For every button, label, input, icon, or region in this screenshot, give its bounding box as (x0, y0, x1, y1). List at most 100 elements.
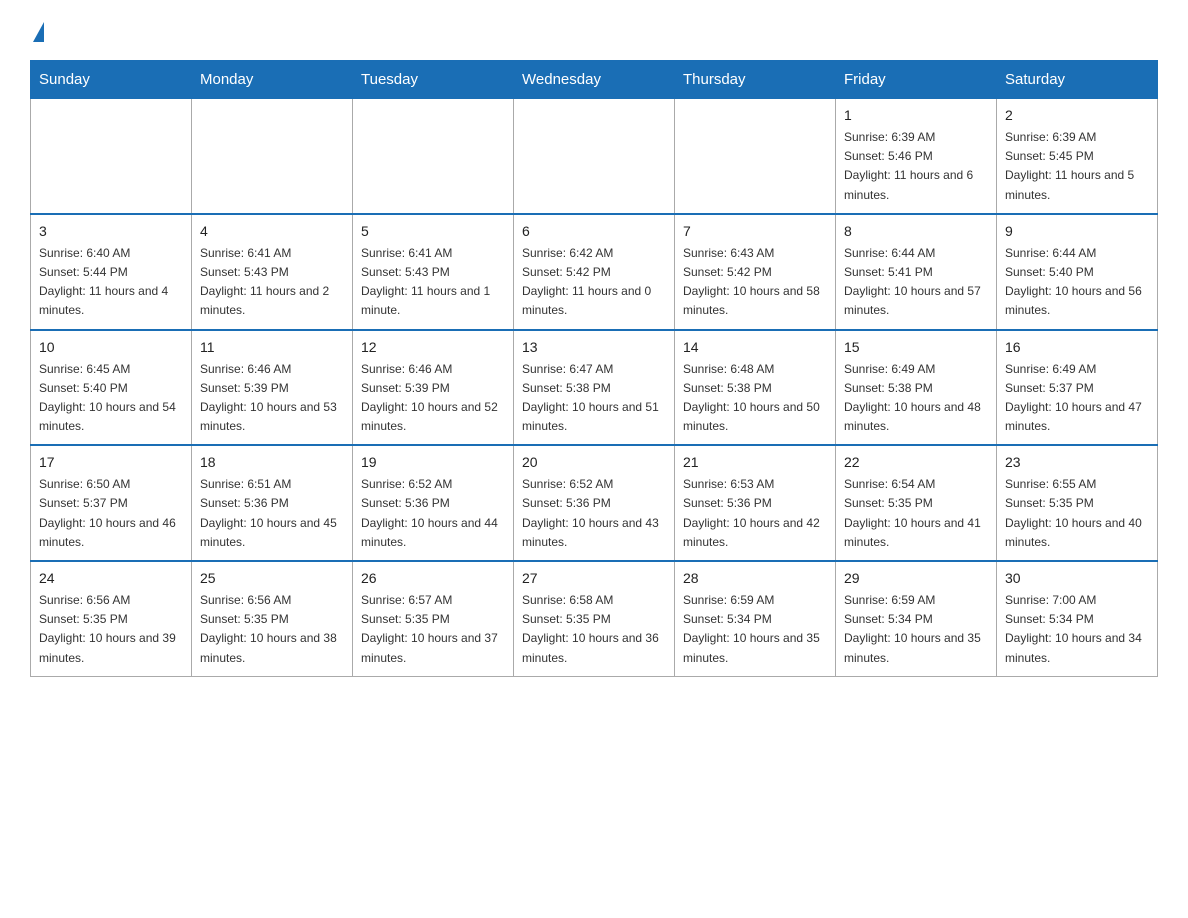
day-info-text: Sunrise: 6:42 AM (522, 244, 666, 263)
day-info-text: Sunset: 5:35 PM (200, 610, 344, 629)
calendar-cell: 19Sunrise: 6:52 AMSunset: 5:36 PMDayligh… (353, 445, 514, 561)
day-info-text: Daylight: 10 hours and 39 minutes. (39, 629, 183, 667)
calendar-cell: 28Sunrise: 6:59 AMSunset: 5:34 PMDayligh… (675, 561, 836, 676)
day-info-text: Sunset: 5:37 PM (1005, 379, 1149, 398)
day-info-text: Daylight: 11 hours and 4 minutes. (39, 282, 183, 320)
day-info-text: Daylight: 10 hours and 43 minutes. (522, 514, 666, 552)
day-info-text: Daylight: 10 hours and 58 minutes. (683, 282, 827, 320)
day-info-text: Sunrise: 6:56 AM (200, 591, 344, 610)
day-info-text: Sunrise: 6:46 AM (361, 360, 505, 379)
day-info-text: Sunrise: 6:43 AM (683, 244, 827, 263)
calendar-header-wednesday: Wednesday (514, 61, 675, 99)
day-info-text: Daylight: 10 hours and 46 minutes. (39, 514, 183, 552)
day-info-text: Sunset: 5:36 PM (522, 494, 666, 513)
day-info-text: Sunset: 5:44 PM (39, 263, 183, 282)
day-number: 21 (683, 452, 827, 473)
day-number: 29 (844, 568, 988, 589)
calendar-week-row: 10Sunrise: 6:45 AMSunset: 5:40 PMDayligh… (31, 330, 1158, 446)
calendar-cell: 3 Sunrise: 6:40 AMSunset: 5:44 PMDaylight… (31, 214, 192, 330)
day-number: 3 (39, 221, 183, 242)
calendar-week-row: 1Sunrise: 6:39 AMSunset: 5:46 PMDaylight… (31, 99, 1158, 214)
day-number: 16 (1005, 337, 1149, 358)
day-number: 7 (683, 221, 827, 242)
calendar-cell: 25Sunrise: 6:56 AMSunset: 5:35 PMDayligh… (192, 561, 353, 676)
day-info-text: Sunset: 5:45 PM (1005, 147, 1149, 166)
day-info-text: Sunset: 5:39 PM (200, 379, 344, 398)
day-info-text: Sunset: 5:42 PM (683, 263, 827, 282)
day-info-text: Sunset: 5:37 PM (39, 494, 183, 513)
day-number: 25 (200, 568, 344, 589)
calendar-week-row: 24Sunrise: 6:56 AMSunset: 5:35 PMDayligh… (31, 561, 1158, 676)
calendar-cell: 21 Sunrise: 6:53 AMSunset: 5:36 PMDayligh… (675, 445, 836, 561)
calendar-cell: 14Sunrise: 6:48 AMSunset: 5:38 PMDayligh… (675, 330, 836, 446)
calendar-header-tuesday: Tuesday (353, 61, 514, 99)
day-info-text: Daylight: 10 hours and 48 minutes. (844, 398, 988, 436)
day-info-text: Sunrise: 6:59 AM (844, 591, 988, 610)
calendar-cell: 1Sunrise: 6:39 AMSunset: 5:46 PMDaylight… (836, 99, 997, 214)
day-number: 19 (361, 452, 505, 473)
day-info-text: Sunrise: 6:39 AM (1005, 128, 1149, 147)
day-info-text: Sunset: 5:38 PM (683, 379, 827, 398)
day-number: 12 (361, 337, 505, 358)
day-info-text: Sunrise: 6:51 AM (200, 475, 344, 494)
day-number: 14 (683, 337, 827, 358)
day-info-text: Daylight: 10 hours and 35 minutes. (844, 629, 988, 667)
day-number: 28 (683, 568, 827, 589)
day-info-text: Sunrise: 6:58 AM (522, 591, 666, 610)
day-info-text: Daylight: 10 hours and 34 minutes. (1005, 629, 1149, 667)
day-number: 8 (844, 221, 988, 242)
calendar-week-row: 3Sunrise: 6:40 AMSunset: 5:44 PMDaylight… (31, 214, 1158, 330)
day-info-text: Sunset: 5:35 PM (39, 610, 183, 629)
day-info-text: Sunset: 5:40 PM (1005, 263, 1149, 282)
calendar-cell: 10Sunrise: 6:45 AMSunset: 5:40 PMDayligh… (31, 330, 192, 446)
calendar-cell: 5Sunrise: 6:41 AMSunset: 5:43 PMDaylight… (353, 214, 514, 330)
calendar-cell: 7 Sunrise: 6:43 AMSunset: 5:42 PMDaylight… (675, 214, 836, 330)
day-info-text: Sunset: 5:35 PM (844, 494, 988, 513)
day-info-text: Sunrise: 6:40 AM (39, 244, 183, 263)
day-info-text: Sunrise: 6:49 AM (1005, 360, 1149, 379)
calendar-cell: 24Sunrise: 6:56 AMSunset: 5:35 PMDayligh… (31, 561, 192, 676)
day-info-text: Daylight: 10 hours and 35 minutes. (683, 629, 827, 667)
day-info-text: Daylight: 10 hours and 51 minutes. (522, 398, 666, 436)
day-info-text: Sunrise: 6:39 AM (844, 128, 988, 147)
day-number: 18 (200, 452, 344, 473)
day-info-text: Daylight: 10 hours and 41 minutes. (844, 514, 988, 552)
day-number: 6 (522, 221, 666, 242)
day-info-text: Daylight: 10 hours and 45 minutes. (200, 514, 344, 552)
calendar-cell: 30Sunrise: 7:00 AMSunset: 5:34 PMDayligh… (997, 561, 1158, 676)
day-info-text: Daylight: 11 hours and 5 minutes. (1005, 166, 1149, 204)
day-info-text: Daylight: 11 hours and 0 minutes. (522, 282, 666, 320)
day-info-text: Daylight: 10 hours and 50 minutes. (683, 398, 827, 436)
calendar-cell: 13Sunrise: 6:47 AMSunset: 5:38 PMDayligh… (514, 330, 675, 446)
day-info-text: Daylight: 10 hours and 42 minutes. (683, 514, 827, 552)
calendar-cell: 17Sunrise: 6:50 AMSunset: 5:37 PMDayligh… (31, 445, 192, 561)
day-info-text: Sunset: 5:43 PM (200, 263, 344, 282)
calendar-cell (675, 99, 836, 214)
day-info-text: Sunset: 5:36 PM (361, 494, 505, 513)
day-info-text: Daylight: 10 hours and 57 minutes. (844, 282, 988, 320)
calendar-header-monday: Monday (192, 61, 353, 99)
calendar-cell: 4Sunrise: 6:41 AMSunset: 5:43 PMDaylight… (192, 214, 353, 330)
calendar-cell: 6Sunrise: 6:42 AMSunset: 5:42 PMDaylight… (514, 214, 675, 330)
day-info-text: Daylight: 10 hours and 47 minutes. (1005, 398, 1149, 436)
day-info-text: Daylight: 10 hours and 36 minutes. (522, 629, 666, 667)
day-info-text: Sunset: 5:34 PM (1005, 610, 1149, 629)
day-number: 1 (844, 105, 988, 126)
calendar-header-thursday: Thursday (675, 61, 836, 99)
day-number: 13 (522, 337, 666, 358)
day-info-text: Daylight: 10 hours and 54 minutes. (39, 398, 183, 436)
calendar-cell: 16 Sunrise: 6:49 AMSunset: 5:37 PMDayligh… (997, 330, 1158, 446)
calendar-cell (514, 99, 675, 214)
day-info-text: Sunset: 5:35 PM (522, 610, 666, 629)
calendar-cell: 26Sunrise: 6:57 AMSunset: 5:35 PMDayligh… (353, 561, 514, 676)
day-info-text: Sunset: 5:41 PM (844, 263, 988, 282)
calendar-cell: 18Sunrise: 6:51 AMSunset: 5:36 PMDayligh… (192, 445, 353, 561)
day-info-text: Sunset: 5:36 PM (683, 494, 827, 513)
day-info-text: Sunrise: 6:53 AM (683, 475, 827, 494)
day-info-text: Sunrise: 6:56 AM (39, 591, 183, 610)
day-number: 9 (1005, 221, 1149, 242)
calendar-header-row: SundayMondayTuesdayWednesdayThursdayFrid… (31, 61, 1158, 99)
day-info-text: Sunrise: 6:59 AM (683, 591, 827, 610)
day-info-text: Daylight: 10 hours and 56 minutes. (1005, 282, 1149, 320)
day-number: 10 (39, 337, 183, 358)
